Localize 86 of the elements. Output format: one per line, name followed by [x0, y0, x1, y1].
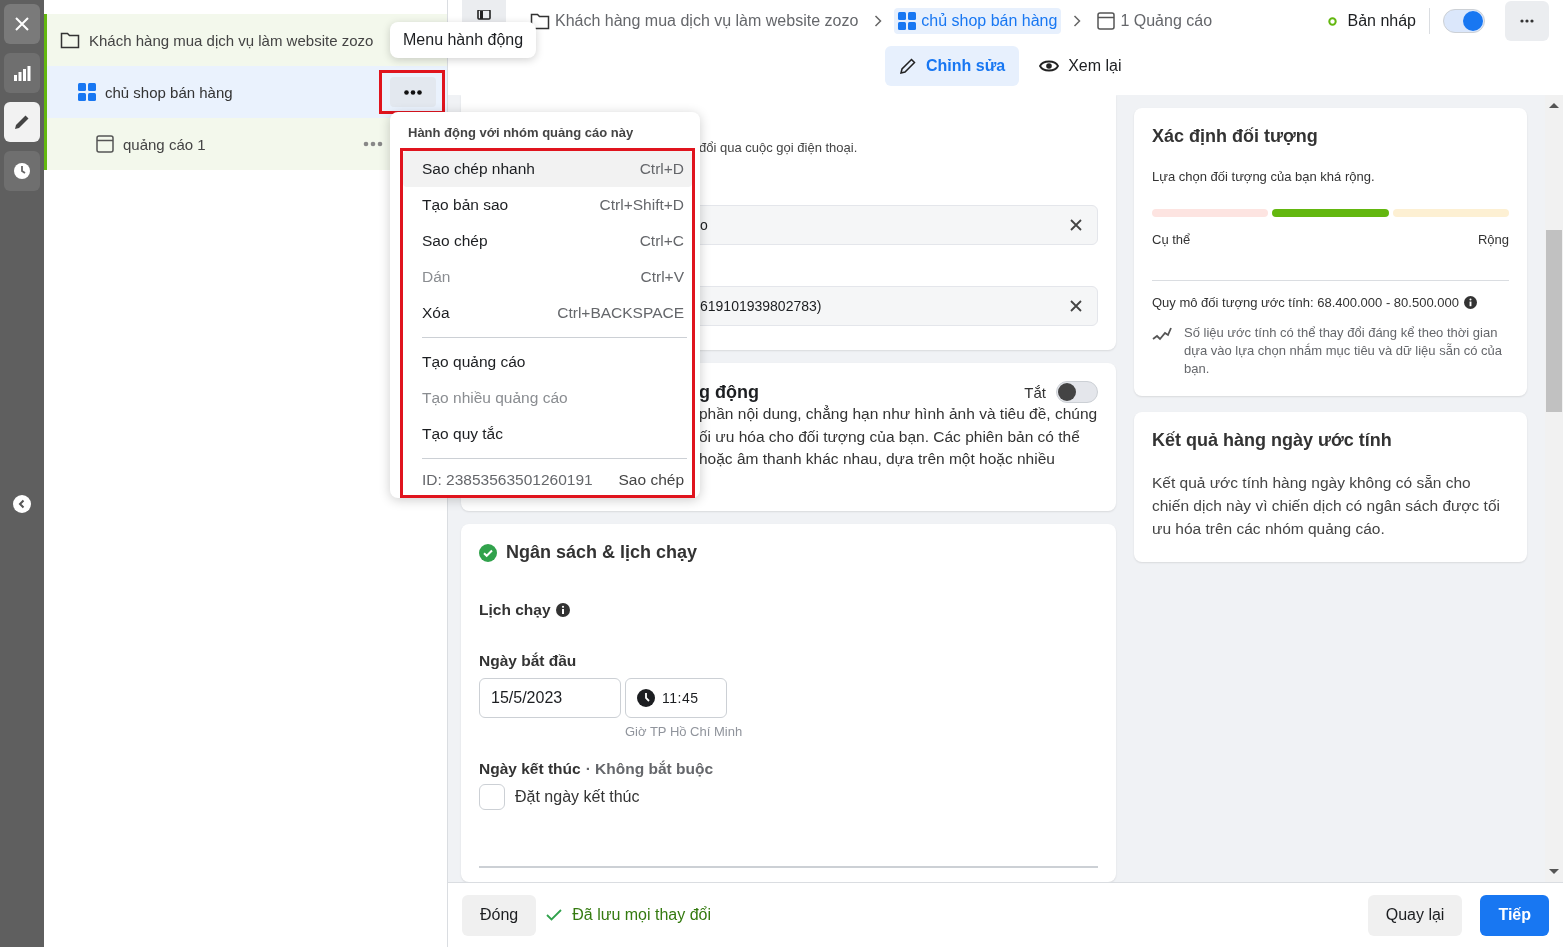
check-icon	[546, 909, 563, 921]
field-value: o	[700, 217, 709, 233]
more-icon	[404, 89, 422, 95]
trend-icon	[1152, 326, 1172, 342]
description-line: ối ưu hóa cho đối tượng của bạn. Các phiên bản có thể	[699, 426, 1081, 447]
clear-icon[interactable]	[1070, 300, 1082, 312]
eye-icon	[1039, 59, 1060, 73]
card-title: Xác định đối tượng	[1152, 126, 1319, 147]
rail-button[interactable]	[4, 151, 40, 191]
field-label: Ngày kết thúc	[479, 760, 581, 778]
ad-icon	[96, 135, 114, 153]
note-text: Số liệu ước tính có thể thay đổi đáng kể theo thời gian dựa vào lựa chọn nhắm mục tiêu và dữ liệu sẵn có của bạn.	[1184, 324, 1504, 378]
chevron-icon	[874, 15, 883, 27]
tree-item-label: quảng cáo 1	[123, 135, 206, 153]
menu-item[interactable]: Sao chép nhanh Ctrl+D	[403, 151, 692, 187]
close-icon	[14, 16, 30, 32]
tab[interactable]: Xem lại	[1025, 46, 1136, 86]
field-label: Ngày bắt đầu	[479, 652, 578, 670]
rail-button[interactable]	[4, 102, 40, 142]
menu-item[interactable]: Tạo quy tắc	[403, 416, 692, 452]
description-text: Kết quả ước tính hàng ngày không có sẵn cho chiến dịch này vì chiến dịch có ngân sách được tối ưu hóa trên các nhóm quảng cáo.	[1152, 473, 1501, 539]
bar-chart-icon	[13, 65, 31, 81]
meter-label: Rộng	[1477, 232, 1510, 247]
more-icon[interactable]	[363, 141, 383, 147]
scrollbar-thumb[interactable]	[1546, 230, 1562, 412]
meter-label: Cụ thể	[1152, 232, 1191, 247]
description-line: hoặc âm thanh khác nhau, dựa trên một hoặc nhiều	[699, 449, 1056, 469]
optional-label: · Không bắt buộc	[585, 760, 714, 778]
grid-icon	[898, 12, 917, 30]
breadcrumb-item[interactable]: 1 Quảng cáo	[1093, 8, 1217, 34]
info-icon[interactable]	[555, 603, 570, 617]
close-button[interactable]: Đóng	[462, 894, 537, 936]
menu-item[interactable]: Tạo quảng cáo	[403, 344, 692, 380]
grid-icon	[78, 83, 96, 101]
tooltip: Menu hành động	[390, 22, 537, 58]
more-button[interactable]	[390, 77, 436, 107]
time-field[interactable]: 11:45	[625, 678, 727, 718]
scrollbar[interactable]	[1545, 95, 1563, 882]
description-line: phần nội dung, chẳng hạn như hình ảnh và tiêu đề, chúng	[699, 404, 1098, 424]
rail-button[interactable]	[4, 53, 40, 93]
section-title: g động	[699, 381, 760, 403]
checkbox[interactable]	[479, 784, 505, 810]
info-icon[interactable]	[1463, 296, 1477, 309]
folder-icon	[60, 31, 80, 49]
field-label: Lịch chạy	[479, 601, 551, 619]
tab[interactable]: Chỉnh sửa	[885, 46, 1020, 86]
card-title: Kết quả hàng ngày ước tính	[1152, 430, 1393, 451]
date-field[interactable]: 15/5/2023	[479, 678, 621, 718]
description-text: đổi qua cuộc gọi điện thoại.	[698, 140, 859, 155]
copy-link[interactable]: Sao chép	[618, 471, 684, 489]
tree-item-label: chủ shop bán hàng	[105, 83, 233, 101]
folder-icon	[530, 12, 550, 30]
back-button[interactable]: Quay lại	[1367, 894, 1463, 936]
audience-size-text: Quy mô đối tượng ước tính: 68.400.000 - 80.500.000	[1152, 295, 1459, 310]
summary-text: Lựa chọn đối tượng của bạn khá rộng.	[1152, 169, 1376, 184]
chevron-icon	[1073, 15, 1082, 27]
clear-icon[interactable]	[1070, 219, 1082, 231]
status-toggle[interactable]	[1443, 9, 1485, 33]
saved-status: Đã lưu mọi thay đổi	[572, 906, 712, 924]
tree-item-label: Khách hàng mua dịch vụ làm website zozo	[89, 31, 374, 49]
panel-icon	[477, 10, 491, 20]
next-button[interactable]: Tiếp	[1480, 894, 1549, 936]
shortcut-text: Ctrl+V	[640, 268, 684, 286]
breadcrumb-item[interactable]: chủ shop bán hàng	[894, 8, 1062, 34]
toggle-label: Tắt	[1024, 383, 1046, 401]
clock-icon	[13, 162, 31, 180]
shortcut-text: Ctrl+BACKSPACE	[557, 304, 684, 322]
status-dot	[1328, 16, 1338, 26]
tree-item[interactable]: chủ shop bán hàng	[47, 66, 447, 118]
field-value: 619101939802783)	[700, 298, 823, 314]
scroll-up-icon[interactable]	[1549, 102, 1559, 108]
toggle-switch[interactable]	[1056, 381, 1098, 403]
id-text: ID: 23853563501260191	[422, 471, 593, 489]
checkbox-label: Đặt ngày kết thúc	[515, 788, 640, 806]
shortcut-text: Ctrl+D	[639, 160, 684, 178]
pencil-icon	[13, 113, 31, 131]
clock-icon	[637, 689, 655, 707]
timezone-text: Giờ TP Hồ Chí Minh	[625, 724, 743, 739]
scroll-down-icon[interactable]	[1549, 869, 1559, 875]
collapse-icon[interactable]	[13, 495, 31, 513]
more-icon	[1520, 19, 1534, 23]
status-label: Bản nháp	[1347, 12, 1416, 30]
rail-button[interactable]	[4, 4, 40, 44]
ad-icon	[1097, 12, 1116, 30]
pencil-icon	[899, 57, 917, 75]
section-title: Ngân sách & lịch chạy	[506, 542, 698, 563]
